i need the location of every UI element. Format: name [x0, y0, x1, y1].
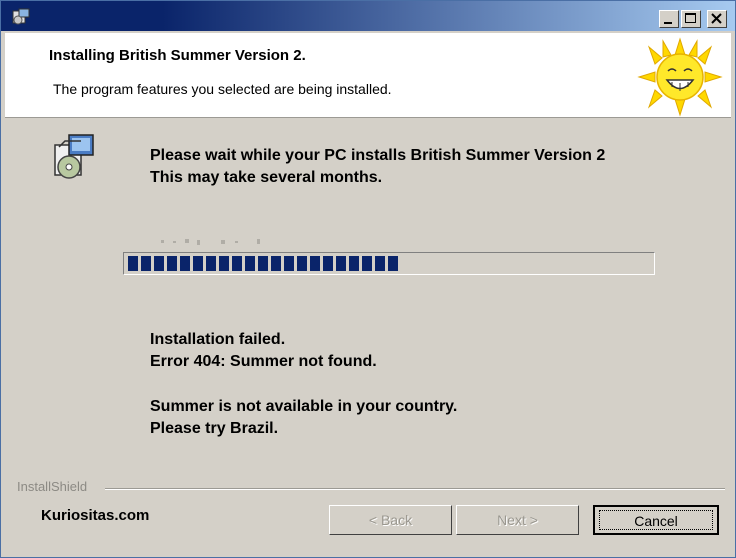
- minimize-icon: [664, 22, 672, 24]
- focus-ring: [599, 510, 713, 530]
- error-line-2: Error 404: Summer not found.: [150, 353, 377, 370]
- header-title: Installing British Summer Version 2.: [49, 47, 306, 64]
- setup-icon: [12, 8, 30, 25]
- installer-window: Installing British Summer Version 2. The…: [0, 0, 736, 558]
- footer-brand: Kuriositas.com: [41, 507, 150, 524]
- status-line-1: Please wait while your PC installs Briti…: [150, 147, 606, 164]
- error-line-1: Installation failed.: [150, 331, 286, 348]
- maximize-button[interactable]: [681, 10, 701, 28]
- header-banner: Installing British Summer Version 2. The…: [5, 33, 731, 118]
- minimize-button[interactable]: [659, 10, 679, 28]
- installshield-label: InstallShield: [17, 479, 88, 494]
- setup-box-icon: [54, 134, 94, 179]
- note-line-1: Summer is not available in your country.: [150, 398, 458, 415]
- progress-bar: [123, 252, 655, 275]
- status-line-2: This may take several months.: [150, 169, 383, 186]
- faded-status-text: [161, 239, 260, 245]
- note-line-2: Please try Brazil.: [150, 420, 279, 437]
- next-button[interactable]: Next >: [456, 505, 579, 535]
- close-button[interactable]: [707, 10, 727, 28]
- cancel-button[interactable]: Cancel: [593, 505, 719, 535]
- title-bar[interactable]: [1, 1, 735, 31]
- back-button[interactable]: < Back: [329, 505, 452, 535]
- close-icon: [711, 13, 722, 24]
- footer-divider: [105, 488, 725, 490]
- maximize-icon: [685, 13, 696, 23]
- smiling-sun-icon: [637, 37, 723, 117]
- header-subtitle: The program features you selected are be…: [53, 81, 392, 97]
- progress-fill: [128, 256, 399, 271]
